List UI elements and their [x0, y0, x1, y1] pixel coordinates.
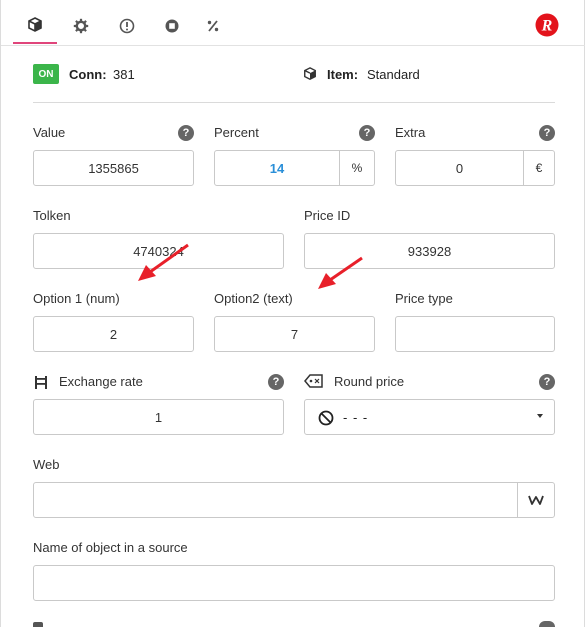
- round-price-select[interactable]: [304, 399, 555, 435]
- item-value: Standard: [367, 67, 420, 82]
- value-input[interactable]: 1355865: [33, 150, 194, 186]
- price-type-label: Price type: [395, 291, 453, 306]
- exchange-rate-icon: [35, 376, 47, 389]
- help-icon[interactable]: ?: [359, 125, 375, 141]
- help-icon[interactable]: ?: [539, 125, 555, 141]
- tab-percent[interactable]: [191, 8, 235, 44]
- divider: [33, 102, 555, 103]
- conn-label: Conn:: [69, 67, 107, 82]
- chevron-down-icon: [537, 414, 543, 418]
- price-type-input[interactable]: [395, 316, 555, 352]
- source-name-label: Name of object in a source: [33, 540, 188, 555]
- percent-label: Percent: [214, 125, 259, 140]
- percent-addon: %: [339, 150, 375, 186]
- price-id-label: Price ID: [304, 208, 351, 223]
- percent-icon: [207, 20, 219, 32]
- web-addon-button[interactable]: [517, 482, 555, 518]
- alert-circle-icon: [119, 18, 135, 34]
- extra-input[interactable]: 0: [395, 150, 524, 186]
- web-input[interactable]: [33, 482, 518, 518]
- item-label: Item:: [327, 67, 359, 82]
- exchange-rate-label: Exchange rate: [59, 374, 143, 389]
- percent-input[interactable]: 14: [214, 150, 340, 186]
- status-badge[interactable]: ON: [33, 64, 59, 84]
- panel: R ON Conn: 381 Item: Standard Value ? 13…: [0, 0, 585, 627]
- block-icon: [318, 410, 334, 426]
- tolken-input[interactable]: 4740324: [33, 233, 284, 269]
- truncated-label: [33, 622, 43, 627]
- source-name-input[interactable]: [33, 565, 555, 601]
- tolken-label: Tolken: [33, 208, 71, 223]
- brand-logo: R: [535, 13, 559, 37]
- web-label: Web: [33, 457, 60, 472]
- tag-icon: [304, 374, 323, 388]
- conn-value: 381: [113, 67, 135, 82]
- price-id-input[interactable]: 933928: [304, 233, 555, 269]
- round-price-value: - - -: [343, 410, 369, 425]
- tab-item[interactable]: [13, 8, 57, 44]
- tab-bar: R: [1, 0, 585, 46]
- exchange-rate-input[interactable]: 1: [33, 399, 284, 435]
- help-icon[interactable]: [539, 621, 555, 627]
- cube-icon: [28, 17, 42, 32]
- round-price-label: Round price: [334, 374, 405, 389]
- cube-icon: [304, 67, 316, 81]
- value-label: Value: [33, 125, 66, 140]
- option2-label: Option2 (text): [214, 291, 293, 306]
- extra-label: Extra: [395, 125, 426, 140]
- tab-stop[interactable]: [150, 8, 194, 44]
- option1-label: Option 1 (num): [33, 291, 120, 306]
- currency-addon: €: [523, 150, 555, 186]
- gear-icon: [73, 18, 89, 34]
- tab-settings[interactable]: [59, 8, 103, 44]
- logo-letter: R: [541, 18, 553, 35]
- help-icon[interactable]: ?: [178, 125, 194, 141]
- option2-input[interactable]: 7: [214, 316, 375, 352]
- web-icon: [528, 495, 544, 505]
- stop-circle-icon: [165, 19, 179, 33]
- tab-alerts[interactable]: [105, 8, 149, 44]
- option1-input[interactable]: 2: [33, 316, 194, 352]
- help-icon[interactable]: ?: [268, 374, 284, 390]
- help-icon[interactable]: ?: [539, 374, 555, 390]
